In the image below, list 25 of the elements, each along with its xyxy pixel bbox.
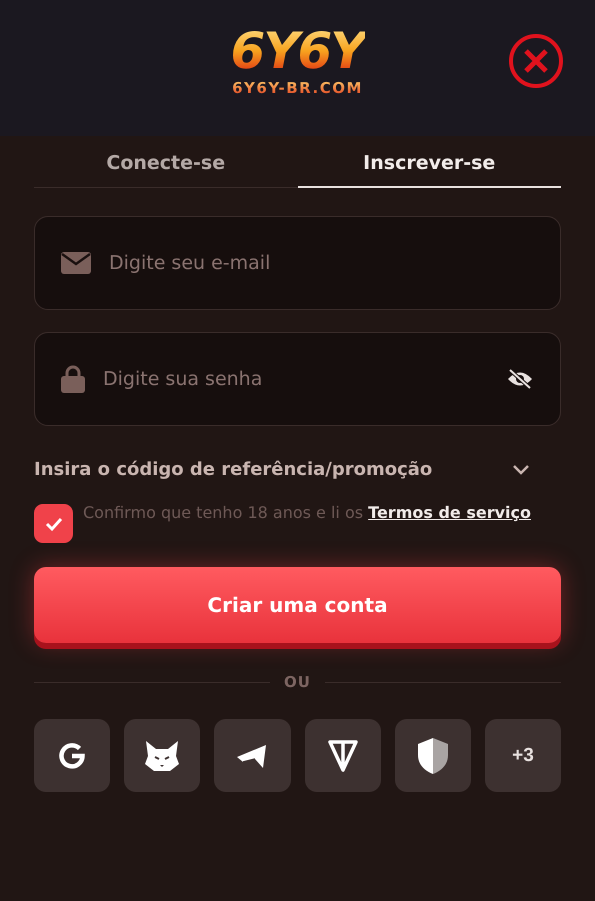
social-login-button[interactable] [124,719,200,792]
social-login-button[interactable] [34,719,110,792]
shield-icon [416,736,449,774]
diamond-icon [326,738,359,772]
close-icon [507,32,565,90]
tab[interactable]: Inscrever-se [298,136,561,188]
close-button[interactable] [507,32,565,90]
envelope-icon [61,252,91,274]
checkbox[interactable] [34,504,73,543]
divider-label: OU [284,673,311,691]
consent-text: Confirmo que tenho 18 anos e li os Termos de serviço [83,502,531,524]
input-field[interactable]: Digite sua senha [101,367,490,391]
referral-dropdown[interactable]: Insira o código de referência/promoção [34,446,561,492]
eye-off-icon[interactable] [506,368,534,390]
create-account-button[interactable]: Criar uma conta [34,567,561,643]
tab[interactable]: Conecte-se [34,136,298,188]
social-login-button[interactable] [214,719,291,792]
social-login-button[interactable] [304,719,381,792]
lock-icon [61,365,85,393]
social-login-button[interactable]: +3 [484,719,562,792]
fox-icon [144,740,180,772]
terms-link[interactable]: Termos de serviço [368,503,531,522]
social-login-button[interactable] [394,719,471,792]
input-field[interactable]: Digite seu e-mail [107,251,534,275]
checkmark-icon [44,516,64,532]
